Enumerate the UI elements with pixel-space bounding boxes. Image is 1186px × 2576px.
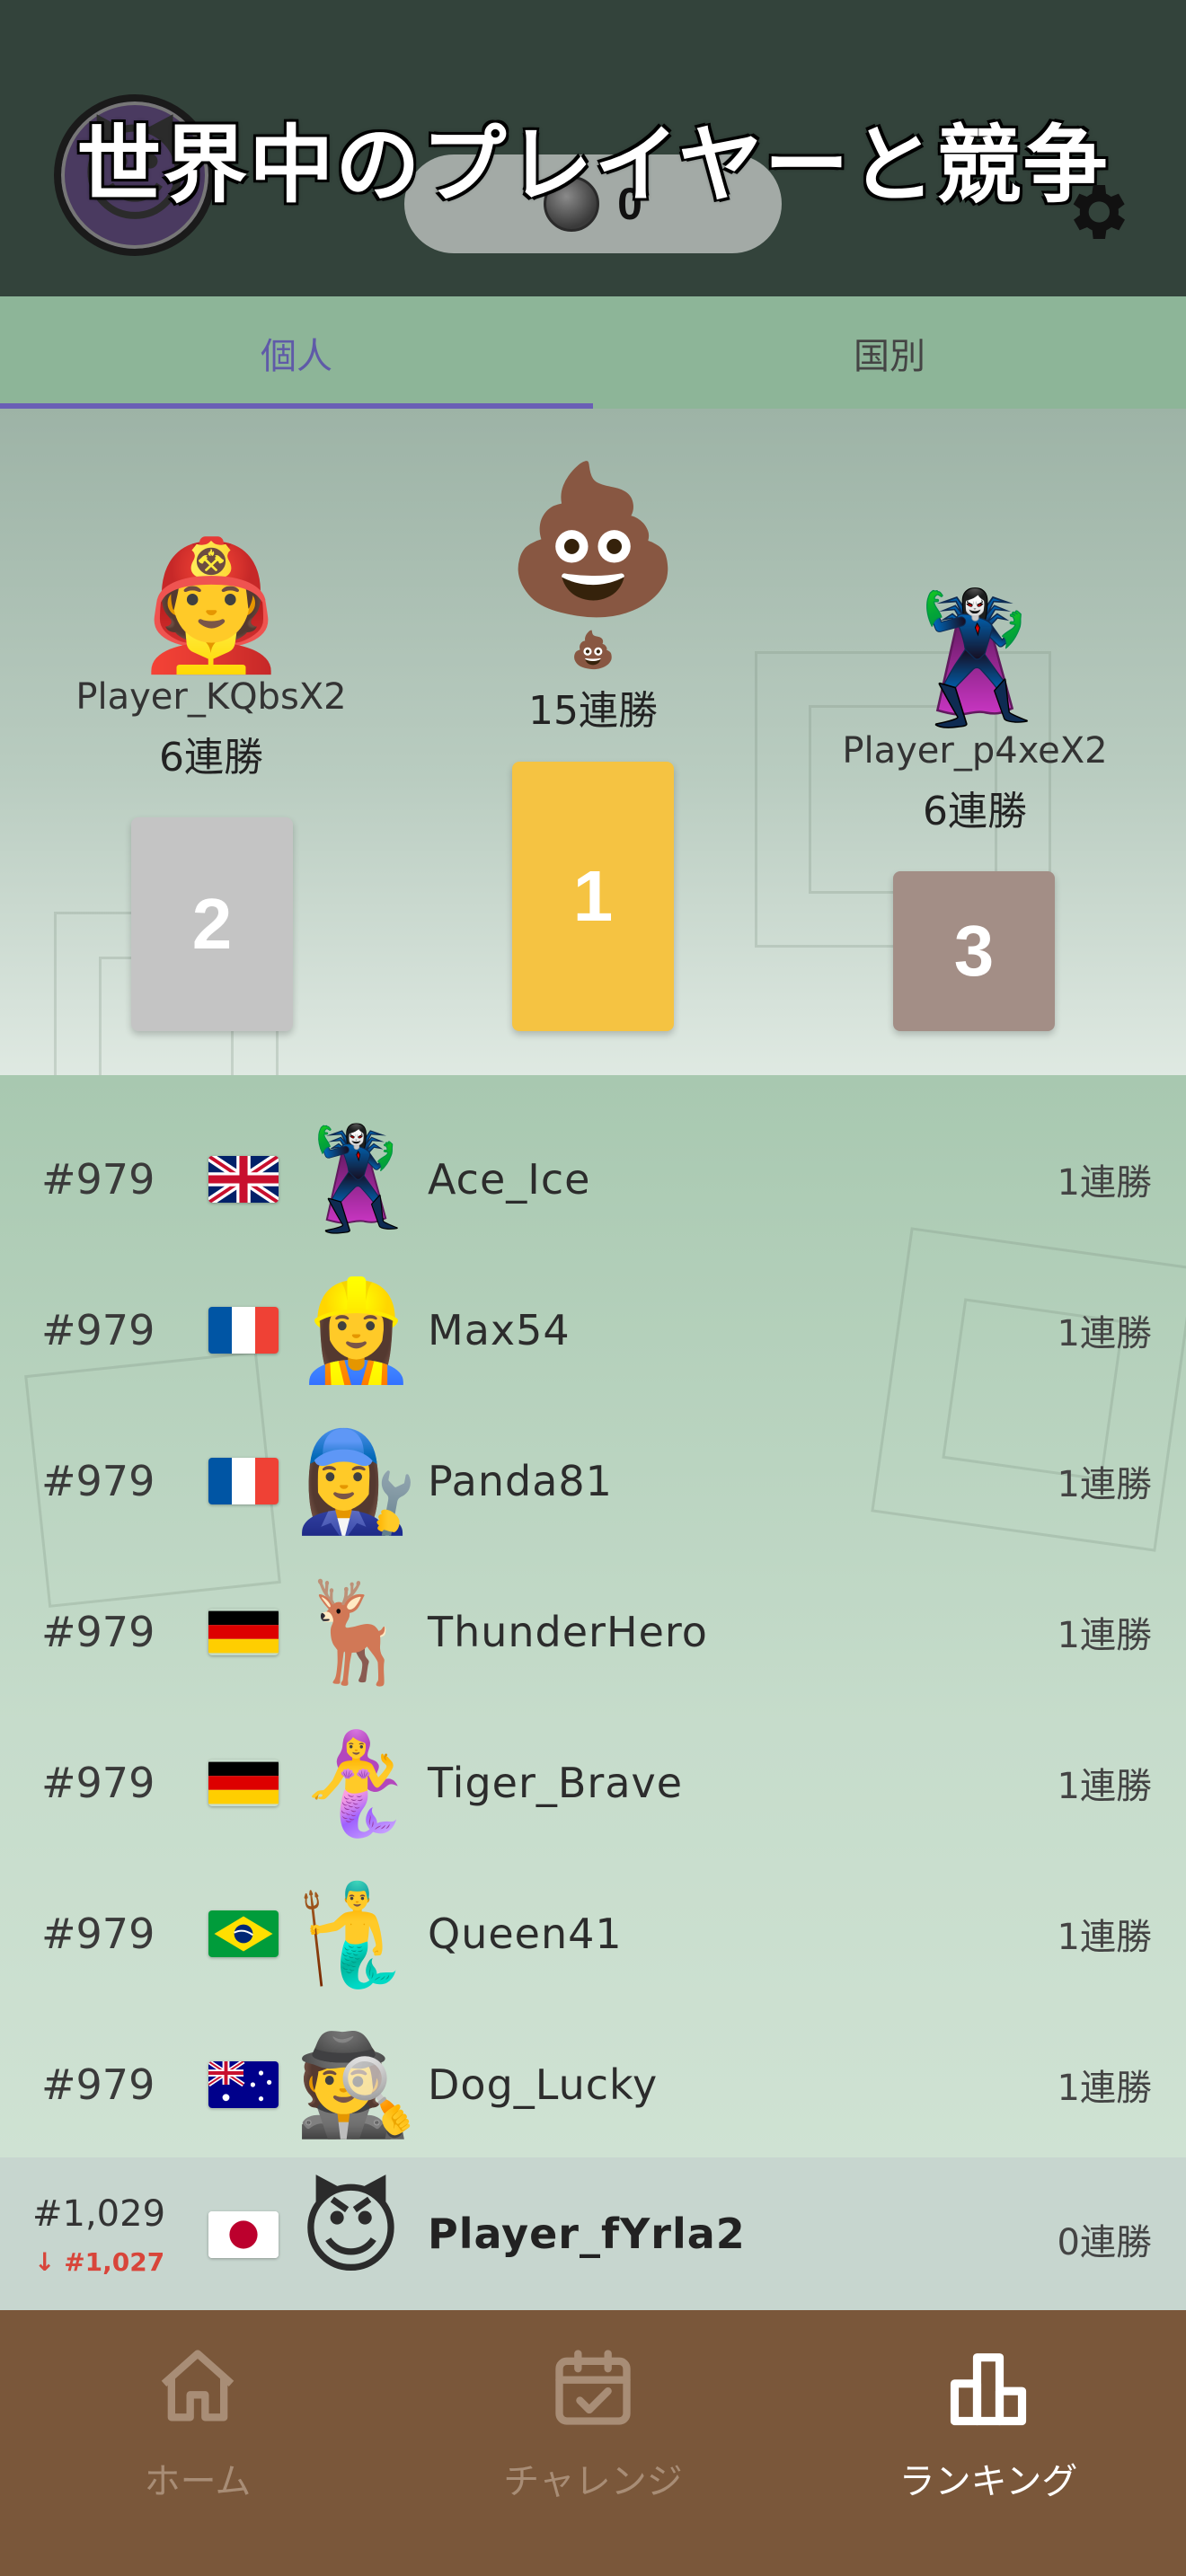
row-rank: #979	[41, 1910, 155, 1958]
current-user-name: Player_fYrla2	[428, 2210, 746, 2258]
nav-home[interactable]: ホーム	[0, 2310, 395, 2576]
player-streak: 1連勝	[1057, 1313, 1152, 1354]
player-name: Max54	[428, 1306, 571, 1354]
row-rank: #979	[41, 1759, 155, 1807]
player-streak: 1連勝	[1057, 2068, 1152, 2109]
germany-flag-icon	[208, 1760, 279, 1806]
podium-third-name: Player_p4xeX2	[842, 730, 1108, 772]
podium-third-place[interactable]: 🦹‍♀️ Player_p4xeX2 6連勝	[818, 597, 1132, 836]
home-icon	[161, 2350, 235, 2422]
current-user-streak: 0連勝	[1057, 2222, 1152, 2263]
supervillain-avatar: 🦹‍♀️	[896, 587, 1054, 733]
row-rank: #979	[41, 1155, 155, 1204]
player-avatar: 🦌	[295, 1575, 418, 1689]
list-item[interactable]: #979 🦹‍♀️ Ace_Ice 1連勝	[0, 1104, 1186, 1255]
list-item[interactable]: #979 🦌 ThunderHero 1連勝	[0, 1557, 1186, 1707]
france-flag-icon	[208, 1307, 279, 1354]
current-user-avatar: 😈	[299, 2172, 403, 2287]
player-name: Dog_Lucky	[428, 2060, 659, 2109]
player-streak: 1連勝	[1057, 1766, 1152, 1807]
japan-flag-icon	[208, 2211, 279, 2258]
firefighter-avatar: 🧑‍🚒	[132, 533, 290, 679]
podium-block-second: 2	[131, 817, 293, 1031]
bottom-nav: ホーム チャレンジ ランキング	[0, 2310, 1186, 2576]
player-name: Queen41	[428, 1910, 623, 1958]
player-avatar: 🕵️	[295, 2027, 418, 2142]
list-item[interactable]: #979 👩‍🔧 Panda81 1連勝	[0, 1406, 1186, 1557]
player-avatar: 🧜‍♀️	[295, 1725, 418, 1840]
list-item[interactable]: #979 👷‍♀️ Max54 1連勝	[0, 1255, 1186, 1406]
row-rank: #979	[41, 1457, 155, 1505]
podium-first-streak: 15連勝	[528, 688, 658, 734]
poop-badge-icon: 💩	[571, 630, 615, 671]
list-item[interactable]: #979 🧜‍♀️ Tiger_Brave 1連勝	[0, 1707, 1186, 1858]
current-user-best-rank: ↓ #1,027	[34, 2247, 165, 2277]
player-avatar: 🧜‍♂️	[295, 1876, 418, 1991]
podium-block-first: 1	[512, 762, 674, 1031]
podium-third-streak: 6連勝	[923, 789, 1027, 834]
row-rank: #979	[41, 1306, 155, 1354]
player-name: Tiger_Brave	[428, 1759, 684, 1807]
promo-headline: 世界中のプレイヤーと競争	[76, 117, 1110, 215]
player-name: Panda81	[428, 1457, 613, 1505]
list-item[interactable]: #979 🧜‍♂️ Queen41 1連勝	[0, 1858, 1186, 2009]
nav-home-label: ホーム	[144, 2461, 252, 2502]
nav-challenge-label: チャレンジ	[503, 2461, 683, 2502]
podium-first-place[interactable]: 💩 💩 15連勝	[436, 467, 750, 736]
ranking-tabs: 個人 国別	[0, 296, 1186, 409]
player-name: ThunderHero	[428, 1608, 708, 1656]
brazil-flag-icon	[208, 1910, 279, 1957]
player-streak: 1連勝	[1057, 1917, 1152, 1958]
uk-flag-icon	[208, 1156, 279, 1203]
tab-individual[interactable]: 個人	[0, 296, 593, 409]
calendar-check-icon	[555, 2350, 631, 2425]
player-avatar: 🦹‍♀️	[295, 1122, 418, 1237]
header: 😈 0 世界中のプレイヤーと競争	[0, 0, 1186, 296]
list-item[interactable]: #979 🕵️ Dog_Lucky 1連勝	[0, 2009, 1186, 2157]
bar-chart-icon	[950, 2353, 1027, 2426]
player-streak: 1連勝	[1057, 1162, 1152, 1204]
nav-ranking[interactable]: ランキング	[791, 2310, 1186, 2576]
australia-flag-icon	[208, 2061, 279, 2108]
player-streak: 1連勝	[1057, 1464, 1152, 1505]
player-avatar: 👷‍♀️	[295, 1273, 418, 1388]
podium-second-place[interactable]: 🧑‍🚒 Player_KQbsX2 6連勝	[54, 543, 368, 782]
podium-second-streak: 6連勝	[159, 735, 263, 781]
row-rank: #979	[41, 1608, 155, 1656]
row-rank: #979	[41, 2060, 155, 2109]
current-user-row[interactable]: #1,029 ↓ #1,027 😈 Player_fYrla2 0連勝	[0, 2157, 1186, 2310]
france-flag-icon	[208, 1458, 279, 1504]
player-streak: 1連勝	[1057, 1615, 1152, 1656]
podium-second-name: Player_KQbsX2	[75, 676, 347, 718]
player-name: Ace_Ice	[428, 1155, 591, 1204]
tab-country[interactable]: 国別	[593, 296, 1186, 409]
leaderboard-list[interactable]: #979 🦹‍♀️ Ace_Ice 1連勝 #979 👷‍♀️ Max54 1連…	[0, 1075, 1186, 2157]
nav-ranking-label: ランキング	[898, 2461, 1078, 2502]
gear-icon[interactable]	[1060, 176, 1132, 248]
podium-block-third: 3	[893, 871, 1055, 1031]
nav-challenge[interactable]: チャレンジ	[395, 2310, 791, 2576]
podium: 🧑‍🚒 Player_KQbsX2 6連勝 2 💩 💩 15連勝 1 🦹‍♀️ …	[0, 409, 1186, 1075]
poop-avatar: 💩	[503, 454, 683, 622]
germany-flag-icon	[208, 1609, 279, 1655]
player-avatar: 👩‍🔧	[295, 1424, 418, 1539]
current-user-rank: #1,029	[32, 2193, 166, 2235]
